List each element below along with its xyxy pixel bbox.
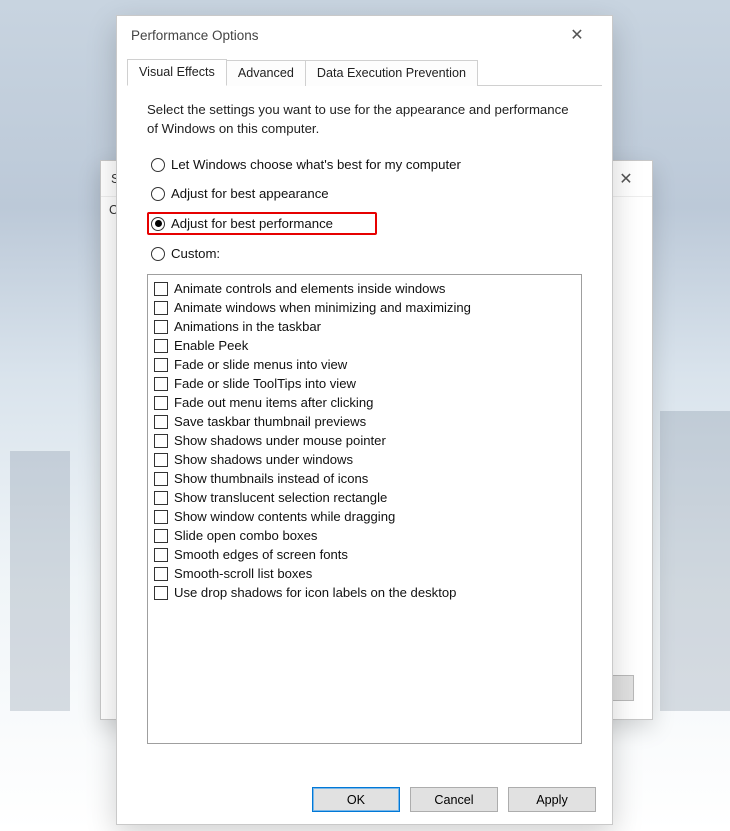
checkbox-row[interactable]: Fade out menu items after clicking xyxy=(154,395,575,410)
radio-label: Adjust for best performance xyxy=(171,216,333,231)
radio-icon[interactable] xyxy=(151,247,165,261)
checkbox-row[interactable]: Show shadows under windows xyxy=(154,452,575,467)
checkbox-icon[interactable] xyxy=(154,567,168,581)
checkbox-label: Smooth-scroll list boxes xyxy=(174,566,312,581)
checkbox-label: Show shadows under mouse pointer xyxy=(174,433,386,448)
checkbox-icon[interactable] xyxy=(154,396,168,410)
performance-options-dialog: Performance Options ✕ Visual EffectsAdva… xyxy=(116,15,613,825)
checkbox-label: Slide open combo boxes xyxy=(174,528,317,543)
dialog-title: Performance Options xyxy=(131,28,259,43)
checkbox-row[interactable]: Fade or slide menus into view xyxy=(154,357,575,372)
checkbox-icon[interactable] xyxy=(154,301,168,315)
apply-button[interactable]: Apply xyxy=(508,787,596,812)
cancel-button[interactable]: Cancel xyxy=(410,787,498,812)
tabpanel-visual-effects: Select the settings you want to use for … xyxy=(127,85,602,773)
checkbox-icon[interactable] xyxy=(154,377,168,391)
checkbox-label: Animations in the taskbar xyxy=(174,319,321,334)
checkbox-label: Enable Peek xyxy=(174,338,248,353)
close-icon: ✕ xyxy=(570,25,583,45)
checkbox-icon[interactable] xyxy=(154,282,168,296)
checkbox-label: Smooth edges of screen fonts xyxy=(174,547,348,562)
checkbox-row[interactable]: Smooth-scroll list boxes xyxy=(154,566,575,581)
checkbox-icon[interactable] xyxy=(154,491,168,505)
close-button[interactable]: ✕ xyxy=(556,19,598,51)
radio-icon[interactable] xyxy=(151,158,165,172)
checkbox-label: Fade or slide ToolTips into view xyxy=(174,376,356,391)
radio-group: Let Windows choose what's best for my co… xyxy=(147,154,582,264)
radio-icon[interactable] xyxy=(151,217,165,231)
checkbox-row[interactable]: Save taskbar thumbnail previews xyxy=(154,414,575,429)
checkbox-row[interactable]: Enable Peek xyxy=(154,338,575,353)
close-icon[interactable]: ✕ xyxy=(610,169,642,189)
radio-label: Adjust for best appearance xyxy=(171,186,329,201)
tab-visual-effects[interactable]: Visual Effects xyxy=(127,59,227,86)
checkbox-label: Fade out menu items after clicking xyxy=(174,395,373,410)
ok-button[interactable]: OK xyxy=(312,787,400,812)
checkbox-row[interactable]: Use drop shadows for icon labels on the … xyxy=(154,585,575,600)
radio-label: Custom: xyxy=(171,246,220,261)
checkbox-row[interactable]: Fade or slide ToolTips into view xyxy=(154,376,575,391)
checkbox-label: Show shadows under windows xyxy=(174,452,353,467)
checkbox-icon[interactable] xyxy=(154,320,168,334)
radio-row[interactable]: Adjust for best appearance xyxy=(147,183,582,204)
checkbox-icon[interactable] xyxy=(154,529,168,543)
checkbox-row[interactable]: Show translucent selection rectangle xyxy=(154,490,575,505)
checkbox-row[interactable]: Show shadows under mouse pointer xyxy=(154,433,575,448)
checkbox-icon[interactable] xyxy=(154,415,168,429)
dialog-buttons: OK Cancel Apply xyxy=(117,773,612,824)
checkbox-label: Show window contents while dragging xyxy=(174,509,395,524)
tab-data-execution-prevention[interactable]: Data Execution Prevention xyxy=(305,60,478,86)
checkbox-row[interactable]: Show window contents while dragging xyxy=(154,509,575,524)
radio-row[interactable]: Let Windows choose what's best for my co… xyxy=(147,154,582,175)
checkbox-row[interactable]: Smooth edges of screen fonts xyxy=(154,547,575,562)
checkbox-icon[interactable] xyxy=(154,453,168,467)
checkbox-icon[interactable] xyxy=(154,434,168,448)
checkbox-label: Use drop shadows for icon labels on the … xyxy=(174,585,456,600)
checkbox-label: Fade or slide menus into view xyxy=(174,357,347,372)
titlebar: Performance Options ✕ xyxy=(117,16,612,54)
checkbox-label: Show translucent selection rectangle xyxy=(174,490,387,505)
checkbox-icon[interactable] xyxy=(154,548,168,562)
checkbox-icon[interactable] xyxy=(154,586,168,600)
checkbox-row[interactable]: Show thumbnails instead of icons xyxy=(154,471,575,486)
checkbox-label: Show thumbnails instead of icons xyxy=(174,471,368,486)
checkbox-icon[interactable] xyxy=(154,472,168,486)
radio-row[interactable]: Adjust for best performance xyxy=(147,212,377,235)
checkbox-icon[interactable] xyxy=(154,510,168,524)
checkbox-icon[interactable] xyxy=(154,339,168,353)
checkbox-row[interactable]: Animate windows when minimizing and maxi… xyxy=(154,300,575,315)
checkbox-row[interactable]: Slide open combo boxes xyxy=(154,528,575,543)
checkbox-label: Save taskbar thumbnail previews xyxy=(174,414,366,429)
checkbox-label: Animate windows when minimizing and maxi… xyxy=(174,300,471,315)
radio-icon[interactable] xyxy=(151,187,165,201)
tab-advanced[interactable]: Advanced xyxy=(226,60,306,86)
radio-label: Let Windows choose what's best for my co… xyxy=(171,157,461,172)
checkbox-icon[interactable] xyxy=(154,358,168,372)
checkbox-row[interactable]: Animate controls and elements inside win… xyxy=(154,281,575,296)
checkbox-row[interactable]: Animations in the taskbar xyxy=(154,319,575,334)
radio-row[interactable]: Custom: xyxy=(147,243,582,264)
visual-effects-listbox[interactable]: Animate controls and elements inside win… xyxy=(147,274,582,744)
instructions-text: Select the settings you want to use for … xyxy=(147,100,582,138)
checkbox-label: Animate controls and elements inside win… xyxy=(174,281,445,296)
tab-strip: Visual EffectsAdvancedData Execution Pre… xyxy=(117,58,612,85)
